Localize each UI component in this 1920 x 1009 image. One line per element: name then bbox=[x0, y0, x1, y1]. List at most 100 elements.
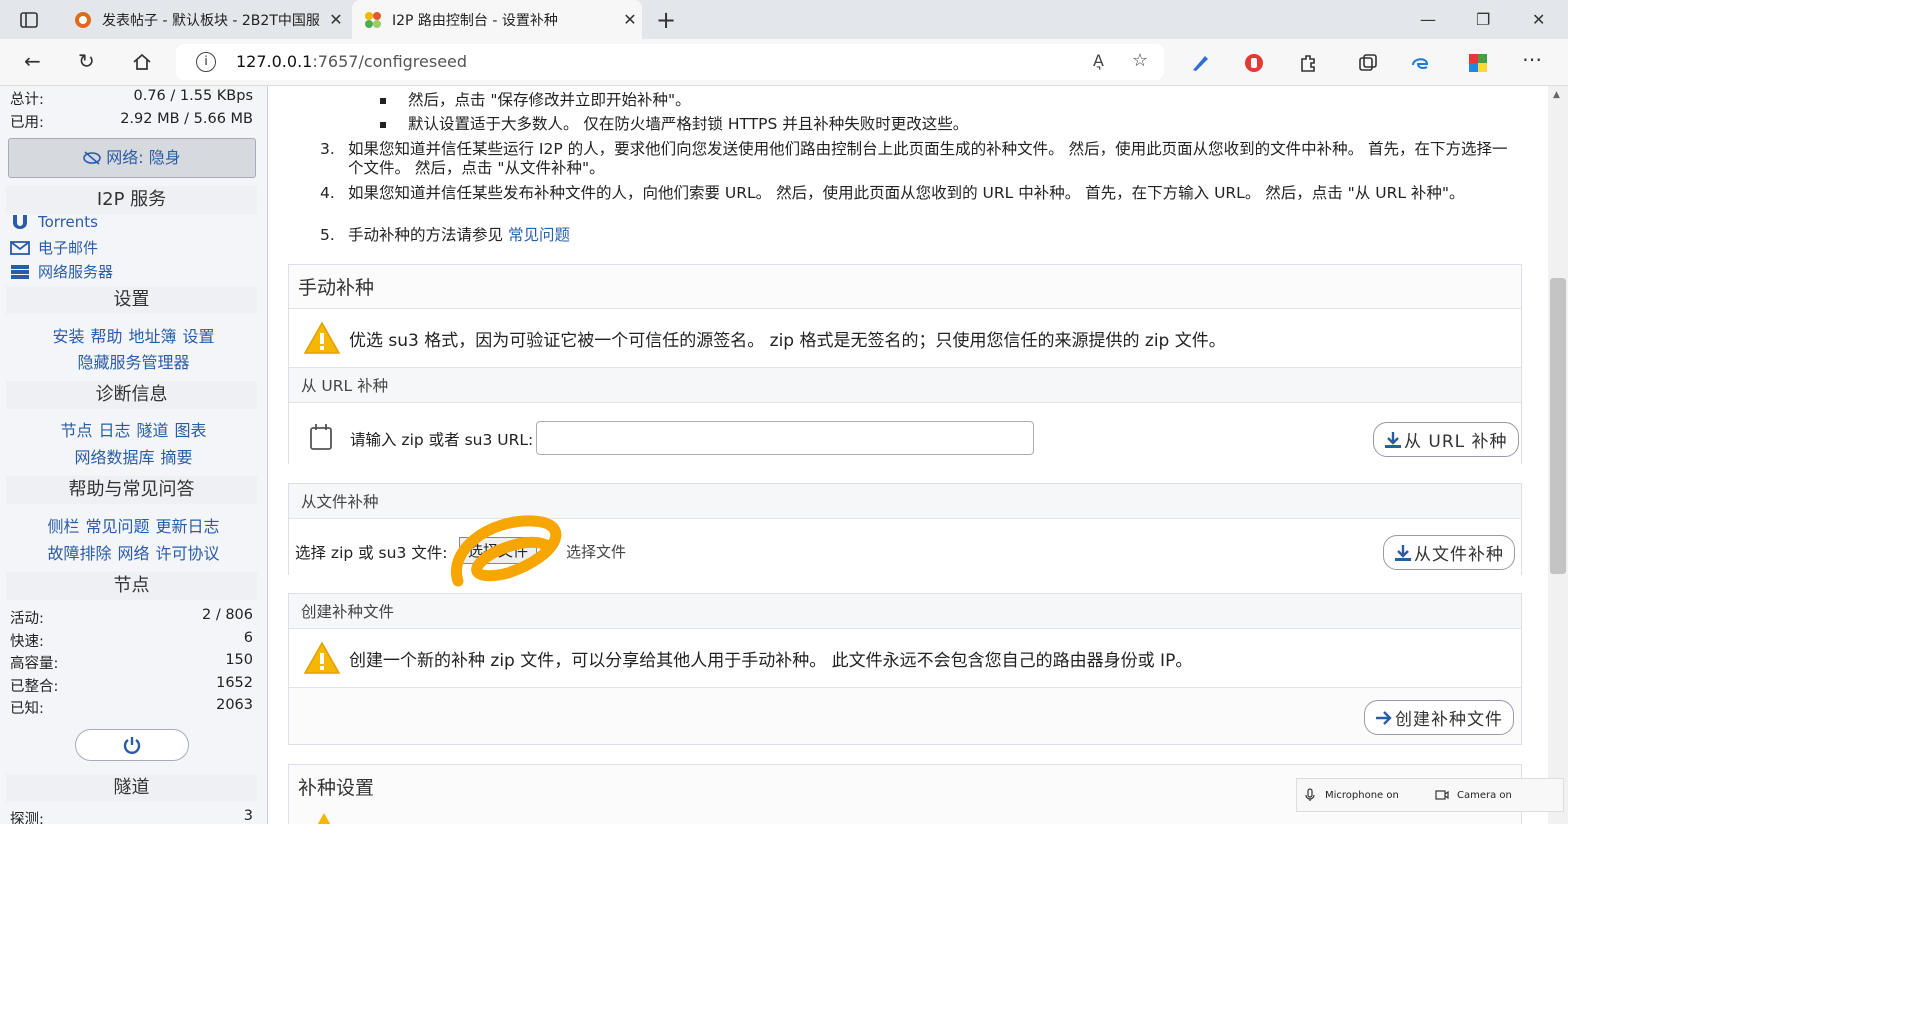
peer-stat: 快速: 6 bbox=[10, 630, 253, 650]
manual-warning: 优选 su3 格式，因为可验证它被一个可信任的源签名。 zip 格式是无签名的；… bbox=[289, 308, 1521, 367]
scroll-up-icon[interactable]: ▲ bbox=[1553, 90, 1560, 100]
refresh-icon[interactable]: ↻ bbox=[78, 49, 95, 73]
reseed-from-file-button[interactable]: 从文件补种 bbox=[1383, 535, 1515, 570]
power-button[interactable] bbox=[75, 729, 189, 761]
microphone-icon bbox=[1305, 788, 1315, 801]
instruction-step: 5. 手动补种的方法请参见 常见问题 bbox=[320, 226, 570, 244]
magnet-icon bbox=[13, 215, 27, 229]
main-content: 然后，点击 "保存修改并立即开始补种"。 默认设置适于大多数人。 仅在防火墙严格… bbox=[268, 86, 1548, 824]
extensions-puzzle-icon[interactable] bbox=[1298, 53, 1318, 73]
tab-2b2t[interactable]: 发表帖子 - 默认板块 - 2B2T中国服 ✕ bbox=[62, 0, 348, 39]
faq-link[interactable]: 常见问题 bbox=[508, 226, 570, 244]
url-section-title: 从 URL 补种 bbox=[289, 367, 1521, 403]
link-tunnels[interactable]: 隧道 bbox=[137, 421, 169, 440]
diagnostics-heading: 诊断信息 bbox=[6, 381, 257, 409]
edge-features-icon[interactable] bbox=[1410, 53, 1430, 73]
warning-icon bbox=[317, 813, 331, 824]
url-reseed-row: 请输入 zip 或者 su3 URL: 从 URL 补种 bbox=[289, 403, 1521, 473]
server-icon bbox=[11, 264, 29, 279]
manual-reseed-panel: 手动补种 优选 su3 格式，因为可验证它被一个可信任的源签名。 zip 格式是… bbox=[288, 264, 1522, 473]
no-file-chosen-text: 选择文件 bbox=[566, 543, 627, 561]
create-reseed-panel: 创建补种文件 创建一个新的补种 zip 文件，可以分享给其他人用于手动补种。 此… bbox=[288, 593, 1522, 745]
close-tab-icon[interactable]: ✕ bbox=[618, 10, 642, 29]
link-graphs[interactable]: 图表 bbox=[175, 421, 207, 440]
url-field[interactable]: i 127.0.0.1:7657/configreseed A͉ ☆ bbox=[176, 44, 1164, 80]
help-links: 侧栏 常见问题 更新日志 bbox=[0, 513, 267, 537]
tab-i2p-console[interactable]: I2P 路由控制台 - 设置补种 ✕ bbox=[352, 0, 642, 39]
pen-extension-icon[interactable] bbox=[1190, 53, 1210, 73]
more-options-icon[interactable]: ⋯ bbox=[1522, 47, 1542, 71]
instruction-bullet: 默认设置适于大多数人。 仅在防火墙严格封锁 HTTPS 并且补种失败时更改这些。 bbox=[379, 115, 969, 133]
media-indicator: Microphone on Camera on bbox=[1296, 778, 1564, 812]
tab-title: 发表帖子 - 默认板块 - 2B2T中国服 bbox=[102, 12, 320, 29]
mail-icon bbox=[10, 240, 30, 255]
link-addressbook[interactable]: 地址簿 bbox=[129, 327, 177, 346]
link-sidebar[interactable]: 侧栏 bbox=[47, 517, 79, 536]
network-status-button[interactable]: 网络: 隐身 bbox=[8, 138, 256, 178]
close-window-icon[interactable]: ✕ bbox=[1532, 10, 1545, 29]
address-bar: ← ↻ i 127.0.0.1:7657/configreseed A͉ ☆ ⋯ bbox=[0, 39, 1568, 86]
close-tab-icon[interactable]: ✕ bbox=[324, 10, 348, 29]
link-help[interactable]: 帮助 bbox=[90, 327, 122, 346]
stat-total: 总计: 0.76 / 1.55 KBps bbox=[10, 88, 253, 108]
link-netdb[interactable]: 网络数据库 bbox=[74, 448, 154, 467]
manual-reseed-title: 手动补种 bbox=[298, 277, 375, 299]
peers-heading: 节点 bbox=[6, 572, 257, 600]
create-reseed-file-button[interactable]: 创建补种文件 bbox=[1364, 700, 1514, 735]
services-heading: I2P 服务 bbox=[6, 186, 257, 214]
link-troubleshoot[interactable]: 故障排除 bbox=[47, 544, 111, 563]
link-network[interactable]: 网络 bbox=[117, 544, 149, 563]
arrow-right-icon bbox=[1376, 710, 1392, 725]
peer-stat: 高容量: 150 bbox=[10, 652, 253, 672]
calendar-icon bbox=[310, 424, 332, 450]
tab-title: I2P 路由控制台 - 设置补种 bbox=[392, 12, 558, 29]
site-info-icon[interactable]: i bbox=[196, 52, 216, 72]
instruction-step: 3. 如果您知道并信任某些运行 I2P 的人，要求他们向您发送使用他们路由控制台上… bbox=[320, 140, 1508, 177]
link-logs[interactable]: 日志 bbox=[98, 421, 130, 440]
help-heading: 帮助与常见问答 bbox=[6, 476, 257, 504]
tab-actions-icon[interactable] bbox=[20, 11, 38, 29]
back-icon[interactable]: ← bbox=[24, 49, 41, 73]
new-tab-icon[interactable]: + bbox=[656, 6, 676, 34]
service-torrents[interactable]: Torrents bbox=[10, 213, 98, 231]
read-aloud-icon[interactable]: A͉ bbox=[1093, 51, 1104, 70]
warning-icon bbox=[303, 321, 341, 354]
create-section-title: 创建补种文件 bbox=[289, 594, 1521, 629]
config-heading: 设置 bbox=[6, 286, 257, 314]
instruction-step: 4. 如果您知道并信任某些发布补种文件的人，向他们索要 URL。 然后，使用此页面… bbox=[320, 184, 1465, 202]
favorite-star-icon[interactable]: ☆ bbox=[1132, 50, 1148, 71]
diagnostic-links: 节点 日志 隧道 图表 bbox=[0, 417, 267, 441]
camera-icon bbox=[1435, 790, 1449, 800]
link-settings[interactable]: 设置 bbox=[183, 327, 215, 346]
service-webserver[interactable]: 网络服务器 bbox=[10, 261, 113, 282]
link-changelog[interactable]: 更新日志 bbox=[156, 517, 220, 536]
warning-icon bbox=[303, 641, 341, 674]
power-icon bbox=[123, 737, 141, 754]
link-peers[interactable]: 节点 bbox=[60, 421, 92, 440]
link-faq[interactable]: 常见问题 bbox=[85, 517, 149, 536]
service-mail[interactable]: 电子邮件 bbox=[10, 237, 98, 258]
tunnel-stat: 探测: 3 bbox=[10, 808, 253, 824]
maximize-icon[interactable]: ❐ bbox=[1476, 10, 1490, 29]
profile-extension-icon[interactable] bbox=[1468, 53, 1488, 73]
download-icon bbox=[1385, 431, 1401, 448]
home-icon[interactable] bbox=[132, 52, 152, 72]
hidden-eye-icon bbox=[83, 151, 102, 165]
collections-icon[interactable] bbox=[1358, 53, 1378, 73]
instruction-bullet: 然后，点击 "保存修改并立即开始补种"。 bbox=[380, 91, 691, 109]
reseed-from-url-button[interactable]: 从 URL 补种 bbox=[1373, 422, 1519, 457]
link-hidden-services[interactable]: 隐藏服务管理器 bbox=[77, 353, 189, 372]
adblock-extension-icon[interactable] bbox=[1244, 53, 1264, 73]
link-license[interactable]: 许可协议 bbox=[156, 544, 220, 563]
link-install[interactable]: 安装 bbox=[52, 327, 84, 346]
file-label: 选择 zip 或 su3 文件: bbox=[295, 544, 448, 562]
mic-status: Microphone on bbox=[1325, 789, 1399, 801]
minimize-icon[interactable]: — bbox=[1420, 10, 1436, 29]
config-links-2: 隐藏服务管理器 bbox=[0, 349, 267, 373]
reseed-url-input[interactable] bbox=[536, 421, 1034, 455]
hand-drawn-annotation bbox=[451, 515, 562, 587]
peer-stat: 已整合: 1652 bbox=[10, 675, 253, 695]
link-summary[interactable]: 摘要 bbox=[161, 448, 193, 467]
diagnostic-links-2: 网络数据库 摘要 bbox=[0, 444, 267, 468]
scrollbar-thumb[interactable] bbox=[1550, 278, 1566, 574]
